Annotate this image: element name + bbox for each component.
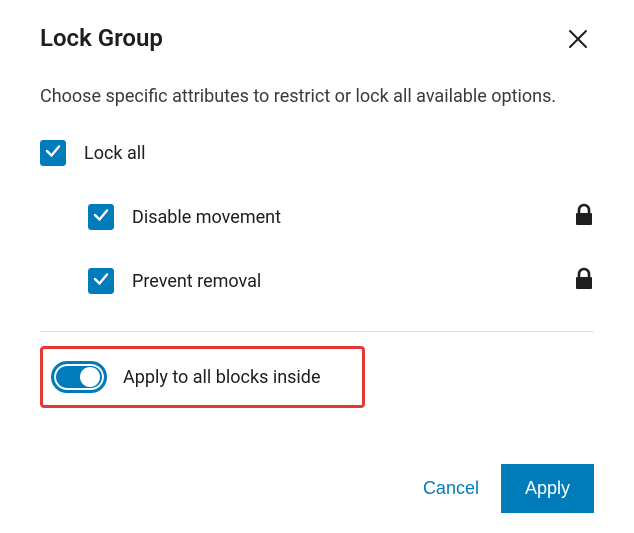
check-icon [44, 142, 62, 164]
option-lock-all: Lock all [40, 139, 594, 167]
close-button[interactable] [562, 24, 594, 56]
option-disable-movement: Disable movement [88, 203, 594, 231]
check-icon [92, 206, 110, 228]
divider [40, 331, 594, 332]
modal-description: Choose specific attributes to restrict o… [40, 84, 594, 109]
disable-movement-checkbox[interactable] [88, 204, 114, 230]
lock-icon [574, 203, 594, 231]
lock-group-modal: Lock Group Choose specific attributes to… [0, 0, 634, 533]
modal-footer: Cancel Apply [419, 464, 594, 513]
modal-header: Lock Group [40, 24, 594, 56]
apply-button[interactable]: Apply [501, 464, 594, 513]
apply-inside-label: Apply to all blocks inside [123, 367, 321, 388]
close-icon [566, 27, 590, 54]
cancel-button[interactable]: Cancel [419, 470, 483, 507]
lock-icon [574, 267, 594, 295]
prevent-removal-label: Prevent removal [132, 271, 574, 292]
modal-title: Lock Group [40, 24, 163, 52]
prevent-removal-checkbox[interactable] [88, 268, 114, 294]
apply-inside-row: Apply to all blocks inside [40, 346, 365, 408]
disable-movement-label: Disable movement [132, 207, 574, 228]
lock-all-checkbox[interactable] [40, 140, 66, 166]
check-icon [92, 270, 110, 292]
lock-all-label: Lock all [84, 143, 594, 164]
options-list: Lock all Disable movement Prevent remova… [40, 139, 594, 295]
toggle-knob [80, 367, 100, 387]
option-prevent-removal: Prevent removal [88, 267, 594, 295]
apply-inside-toggle[interactable] [51, 361, 107, 393]
